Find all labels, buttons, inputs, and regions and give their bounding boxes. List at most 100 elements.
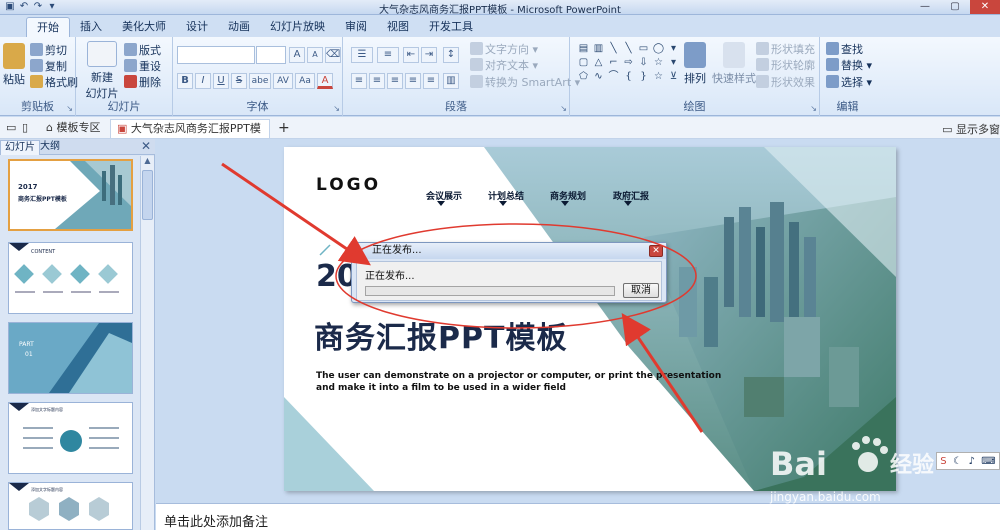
- show-multi-window-button[interactable]: ▭ 显示多窗: [942, 121, 1000, 137]
- underline-button[interactable]: U: [213, 73, 229, 89]
- bullets-icon[interactable]: ☰: [351, 47, 373, 63]
- font-name-input[interactable]: [177, 46, 255, 64]
- brace-right-shape-icon[interactable]: }: [637, 71, 650, 83]
- justify-icon[interactable]: ≡: [405, 73, 421, 89]
- align-left-icon[interactable]: ≡: [351, 73, 367, 89]
- select-button[interactable]: 选择 ▾: [826, 74, 872, 90]
- font-size-input[interactable]: [256, 46, 286, 64]
- vtextbox-shape-icon[interactable]: ▥: [592, 43, 605, 55]
- shape-outline-button[interactable]: 形状轮廓: [756, 57, 815, 73]
- tab-review[interactable]: 审阅: [335, 17, 377, 37]
- launcher-icon[interactable]: ↘: [66, 104, 73, 113]
- shape-fill-button[interactable]: 形状填充: [756, 41, 815, 57]
- cut-button[interactable]: 剪切: [30, 42, 67, 58]
- clear-format-icon[interactable]: ⌫: [325, 47, 341, 63]
- new-slide-button[interactable]: 新建 幻灯片: [82, 41, 122, 101]
- ime-logo-icon[interactable]: S: [940, 456, 946, 467]
- mic-icon[interactable]: ♪: [968, 456, 974, 467]
- tab-animation[interactable]: 动画: [218, 17, 260, 37]
- minimize-button[interactable]: —: [910, 0, 940, 14]
- change-case-button[interactable]: Aa: [295, 73, 315, 89]
- format-painter-button[interactable]: 格式刷: [30, 74, 78, 90]
- close-pane-icon[interactable]: ✕: [141, 139, 151, 153]
- slide-thumbnail-1[interactable]: 2017 商务汇报PPT模板: [8, 159, 133, 231]
- curve-shape-icon[interactable]: ∿: [592, 71, 605, 83]
- char-spacing-button[interactable]: AV: [273, 73, 293, 89]
- scroll-up-icon[interactable]: ▲: [141, 156, 154, 168]
- layout-button[interactable]: 版式: [124, 42, 161, 58]
- find-button[interactable]: 查找: [826, 41, 863, 57]
- shrink-font-button[interactable]: A: [307, 47, 323, 63]
- slide-thumbnail-5[interactable]: 添加文字标题内容: [8, 482, 133, 530]
- tab-developer[interactable]: 开发工具: [419, 17, 483, 37]
- reset-button[interactable]: 重设: [124, 58, 161, 74]
- star2-shape-icon[interactable]: ☆: [652, 71, 665, 83]
- bent-line-shape-icon[interactable]: ⌐: [607, 57, 620, 69]
- more-shapes-icon[interactable]: ▾: [667, 43, 680, 55]
- scroll-thumb[interactable]: [142, 170, 153, 220]
- tab-slides[interactable]: 幻灯片: [0, 140, 40, 155]
- slides-pane-scrollbar[interactable]: ▲: [140, 156, 154, 530]
- smartart-button[interactable]: 转换为 SmartArt ▾: [470, 74, 580, 90]
- shapes-gallery[interactable]: ▤ ▥ ╲ ╲ ▭ ◯ ▾ ▢ △ ⌐ ⇨ ⇩ ☆ ▾ ⬠ ∿ ⌒ { } ☆ …: [577, 43, 677, 83]
- slide-thumbnail-2[interactable]: CONTENT: [8, 242, 133, 314]
- arrow-right-shape-icon[interactable]: ⇨: [622, 57, 635, 69]
- arrange-button[interactable]: 排列: [680, 42, 710, 86]
- line-spacing-icon[interactable]: ↕: [443, 47, 459, 63]
- more-shapes-2-icon[interactable]: ▾: [667, 57, 680, 69]
- font-color-button[interactable]: A: [317, 73, 333, 89]
- quick-styles-button[interactable]: 快速样式: [712, 42, 756, 86]
- grow-font-button[interactable]: A: [289, 47, 305, 63]
- tab-outline[interactable]: 大纲: [36, 140, 64, 155]
- tab-view[interactable]: 视图: [377, 17, 419, 37]
- paragraph-launcher-icon[interactable]: ↘: [560, 104, 567, 113]
- align-right-icon[interactable]: ≡: [387, 73, 403, 89]
- align-text-button[interactable]: 对齐文本 ▾: [470, 57, 538, 73]
- pentagon-shape-icon[interactable]: ⬠: [577, 71, 590, 83]
- tab-home[interactable]: 开始: [26, 17, 70, 37]
- text-direction-button[interactable]: 文字方向 ▾: [470, 41, 538, 57]
- doc-tab-template-zone[interactable]: ⌂ 模板专区: [40, 119, 106, 138]
- copy-button[interactable]: 复制: [30, 58, 67, 74]
- decrease-indent-icon[interactable]: ⇤: [403, 47, 419, 63]
- tab-design[interactable]: 设计: [176, 17, 218, 37]
- font-launcher-icon[interactable]: ↘: [333, 104, 340, 113]
- dialog-close-button[interactable]: ✕: [649, 245, 663, 257]
- align-center-icon[interactable]: ≡: [369, 73, 385, 89]
- cancel-button[interactable]: 取消: [623, 283, 659, 298]
- italic-button[interactable]: I: [195, 73, 211, 89]
- bold-button[interactable]: B: [177, 73, 193, 89]
- triangle-shape-icon[interactable]: △: [592, 57, 605, 69]
- arc-shape-icon[interactable]: ⌒: [607, 71, 620, 83]
- doc-tab-active[interactable]: ▣ 大气杂志风商务汇报PPT模板✕: [110, 119, 270, 153]
- shape-effects-button[interactable]: 形状效果: [756, 74, 815, 90]
- shadow-button[interactable]: abe: [249, 73, 271, 89]
- oval-shape-icon[interactable]: ◯: [652, 43, 665, 55]
- drawing-launcher-icon[interactable]: ↘: [810, 104, 817, 113]
- ime-toolbar[interactable]: S ☾ ♪ ⌨: [936, 452, 1000, 470]
- close-window-button[interactable]: ✕: [970, 0, 1000, 14]
- star-shape-icon[interactable]: ☆: [652, 57, 665, 69]
- strike-button[interactable]: S: [231, 73, 247, 89]
- new-doc-icon[interactable]: ▯: [16, 119, 34, 138]
- tab-beautify[interactable]: 美化大师: [112, 17, 176, 37]
- rect-shape-icon[interactable]: ▭: [637, 43, 650, 55]
- delete-slide-button[interactable]: 删除: [124, 74, 161, 90]
- tab-insert[interactable]: 插入: [70, 17, 112, 37]
- tab-slideshow[interactable]: 幻灯片放映: [260, 17, 335, 37]
- moon-icon[interactable]: ☾: [953, 456, 962, 467]
- brace-left-shape-icon[interactable]: {: [622, 71, 635, 83]
- keyboard-icon[interactable]: ⌨: [981, 456, 995, 467]
- gallery-expand-icon[interactable]: ⊻: [667, 71, 680, 83]
- roundrect-shape-icon[interactable]: ▢: [577, 57, 590, 69]
- replace-button[interactable]: 替换 ▾: [826, 57, 872, 73]
- slide-thumbnail-3[interactable]: PART 01: [8, 322, 133, 394]
- arrow-down-shape-icon[interactable]: ⇩: [637, 57, 650, 69]
- textbox-shape-icon[interactable]: ▤: [577, 43, 590, 55]
- maximize-button[interactable]: ▢: [940, 0, 970, 14]
- distribute-icon[interactable]: ≡: [423, 73, 439, 89]
- numbering-icon[interactable]: ≡: [377, 47, 399, 63]
- slide-thumbnail-4[interactable]: 添加文字标题内容: [8, 402, 133, 474]
- columns-icon[interactable]: ▥: [443, 73, 459, 89]
- line2-shape-icon[interactable]: ╲: [622, 43, 635, 55]
